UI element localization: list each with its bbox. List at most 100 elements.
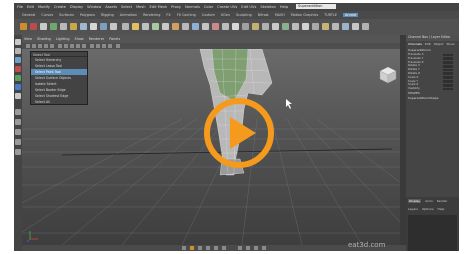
viewport-menu-show[interactable]: Show (75, 37, 84, 41)
menu-item[interactable]: Select All (31, 99, 87, 105)
shelf-tool-icon[interactable] (322, 23, 329, 30)
tab-show[interactable]: Show (446, 42, 454, 47)
layer-list[interactable] (408, 215, 457, 251)
tab-edit[interactable]: Edit (425, 42, 431, 47)
tab-display[interactable]: Display (408, 199, 422, 203)
shelf-tool-icon[interactable] (292, 23, 299, 30)
shelf-tool-icon[interactable] (132, 23, 139, 30)
viewport-menu-panels[interactable]: Panels (109, 37, 120, 41)
viewport-menu-lighting[interactable]: Lighting (56, 37, 70, 41)
menu-modify[interactable]: Modify (38, 5, 50, 9)
shelf-tab-xgen[interactable]: XGen (221, 13, 230, 17)
go-end-icon[interactable] (222, 246, 226, 250)
menu-window[interactable]: Window (87, 5, 101, 9)
shelf-tool-icon[interactable] (182, 23, 189, 30)
attribute-value-field[interactable] (443, 87, 453, 91)
menu-proxy[interactable]: Proxy (171, 5, 181, 9)
shelf-tool-icon[interactable] (272, 23, 279, 30)
shelf-tab-animation[interactable]: Animation (120, 13, 137, 17)
shelf-tool-icon[interactable] (30, 23, 37, 30)
menu-layers[interactable]: Layers (408, 207, 418, 211)
shelf-tab-turtle[interactable]: TURTLE (324, 13, 337, 17)
layout-single-icon[interactable] (15, 109, 21, 115)
shelf-tool-icon[interactable] (122, 23, 129, 30)
shelf-tool-icon[interactable] (70, 23, 77, 30)
shelf-tab-bifrost[interactable]: Bifrost (258, 13, 269, 17)
shelf-tool-icon[interactable] (50, 23, 57, 30)
menu-display[interactable]: Display (70, 5, 83, 9)
lasso-tool-icon[interactable] (15, 48, 21, 54)
viewport-menu-renderer[interactable]: Renderer (89, 37, 104, 41)
step-forward-icon[interactable] (214, 246, 218, 250)
shelf-tool-icon[interactable] (342, 23, 349, 30)
shelf-tool-icon[interactable] (252, 23, 259, 30)
tab-anim[interactable]: Anim (425, 199, 433, 203)
smooth-shade-icon[interactable] (64, 44, 68, 48)
tab-render[interactable]: Render (437, 199, 448, 203)
camera-icon[interactable] (26, 44, 30, 48)
shadows-icon[interactable] (82, 44, 86, 48)
shelf-tab-general[interactable]: General (22, 13, 35, 17)
shelf-tool-icon[interactable] (362, 23, 369, 30)
shelf-tool-icon[interactable] (302, 23, 309, 30)
textured-icon[interactable] (70, 44, 74, 48)
shelf-tab-arnold[interactable]: Arnold (343, 13, 358, 17)
prefs-icon[interactable] (254, 246, 258, 250)
shelf-tool-icon[interactable] (332, 23, 339, 30)
menu-file[interactable]: File (17, 5, 23, 9)
layout-two-icon[interactable] (15, 129, 21, 135)
loop-icon[interactable] (262, 246, 266, 250)
menu-edit-mesh[interactable]: Edit Mesh (150, 5, 168, 9)
shelf-tool-icon[interactable] (232, 23, 239, 30)
viewport-menu-shading[interactable]: Shading (37, 37, 51, 41)
shelf-tool-icon[interactable] (222, 23, 229, 30)
bookmark-icon[interactable] (38, 44, 42, 48)
rotate-tool-icon[interactable] (15, 75, 21, 81)
xray-joints-icon[interactable] (102, 44, 106, 48)
paint-select-tool-icon[interactable] (15, 57, 21, 63)
shelf-tool-icon[interactable] (192, 23, 199, 30)
last-tool-icon[interactable] (15, 93, 21, 99)
shelf-tab-curves[interactable]: Curves (41, 13, 53, 17)
menu-normals[interactable]: Normals (185, 5, 200, 9)
shelf-tool-icon[interactable] (162, 23, 169, 30)
shelf-tool-icon[interactable] (312, 23, 319, 30)
shelf-tool-icon[interactable] (40, 23, 47, 30)
move-tool-icon[interactable] (15, 66, 21, 72)
shelf-tool-icon[interactable] (20, 23, 27, 30)
menu-select[interactable]: Select (121, 5, 132, 9)
select-tool-icon[interactable] (15, 39, 21, 45)
go-start-icon[interactable] (182, 246, 186, 250)
gamma-icon[interactable] (116, 44, 120, 48)
shelf-tool-icon[interactable] (142, 23, 149, 30)
menu-options[interactable]: Options (422, 207, 434, 211)
shelf-tab-fx[interactable]: FX (166, 13, 170, 17)
menu-help[interactable]: Help (280, 5, 288, 9)
xray-components-icon[interactable] (108, 44, 112, 48)
shelf-tool-icon[interactable] (90, 23, 97, 30)
shelf-tab-custom[interactable]: Custom (202, 13, 215, 17)
menu-create[interactable]: Create (54, 5, 66, 9)
shelf-tool-icon[interactable] (262, 23, 269, 30)
shelf-tab-mash[interactable]: MASH (275, 13, 285, 17)
attribute-row[interactable]: Visibility (406, 86, 459, 91)
menu-color[interactable]: Color (204, 5, 213, 9)
layout-four-icon[interactable] (15, 119, 21, 125)
step-back-icon[interactable] (190, 246, 194, 250)
shelf-tool-icon[interactable] (212, 23, 219, 30)
scale-tool-icon[interactable] (15, 84, 21, 90)
shelf-tab-sculpting[interactable]: Sculpting (236, 13, 252, 17)
menu-mesh[interactable]: Mesh (136, 5, 145, 9)
tab-channels[interactable]: Channels (408, 42, 422, 47)
search-input[interactable]: Superaddition (296, 4, 336, 9)
xray-icon[interactable] (96, 44, 100, 48)
view-cube-icon[interactable] (379, 66, 397, 84)
shelf-tool-icon[interactable] (352, 23, 359, 30)
keyframe-icon[interactable] (238, 246, 242, 250)
viewport-menu-view[interactable]: View (24, 37, 32, 41)
play-forward-icon[interactable] (206, 246, 210, 250)
shelf-tool-icon[interactable] (282, 23, 289, 30)
lights-icon[interactable] (76, 44, 80, 48)
shelf-tool-icon[interactable] (202, 23, 209, 30)
shelf-tool-icon[interactable] (172, 23, 179, 30)
